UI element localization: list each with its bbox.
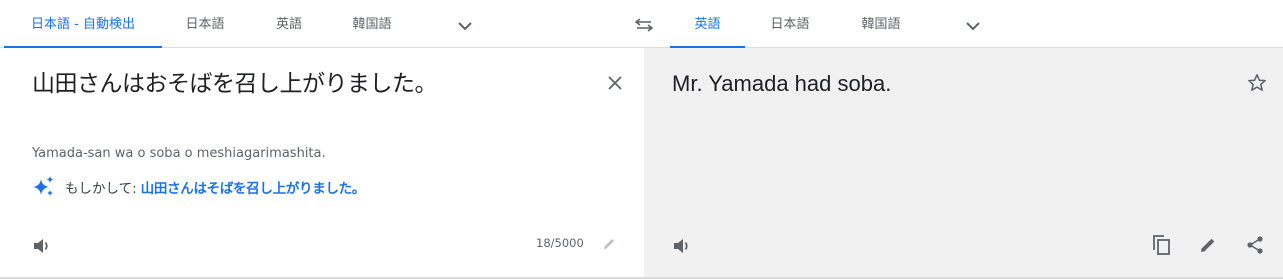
swap-arrows-icon [634,18,654,32]
listen-translation-button[interactable] [668,232,696,260]
chevron-down-icon [966,21,980,30]
sparkle-icon [33,176,54,196]
tab-target-japanese[interactable]: 日本語 [755,0,825,48]
translation-output: Mr. Yamada had soba. [672,71,892,96]
speaker-icon [34,239,48,253]
character-count: 18/5000 [536,236,584,250]
pencil-icon [604,239,614,249]
source-transliteration: Yamada-san wa o soba o meshiagarimashita… [32,146,326,161]
source-panel: 山田さんはおそばを召し上がりました。 Yamada-san wa o soba … [0,48,644,277]
save-translation-button[interactable] [1242,68,1272,98]
edit-translation-button[interactable] [1193,230,1223,260]
tab-source-japanese-detected[interactable]: 日本語 - 自動検出 [4,0,162,49]
swap-languages-button[interactable] [630,11,658,39]
copy-icon [1153,235,1170,255]
clear-source-button[interactable] [600,68,630,98]
tab-target-english[interactable]: 英語 [670,0,745,49]
source-more-languages-button[interactable] [451,12,479,40]
tab-source-japanese[interactable]: 日本語 [168,0,242,48]
source-text-input[interactable]: 山田さんはおそばを召し上がりました。 [32,69,438,99]
tab-target-korean[interactable]: 韓国語 [845,0,917,48]
listen-source-button[interactable] [28,232,56,260]
tab-source-korean[interactable]: 韓国語 [332,0,412,48]
pencil-icon [1201,238,1215,252]
target-more-languages-button[interactable] [959,12,987,40]
speaker-icon [674,239,688,253]
share-translation-button[interactable] [1240,230,1270,260]
language-tab-bar: 日本語 - 自動検出 日本語 英語 韓国語 英語 日本語 韓国語 [0,0,1283,49]
chevron-down-icon [458,21,472,30]
close-icon [608,76,622,90]
edit-source-button[interactable] [597,232,621,256]
share-icon [1247,236,1263,254]
suggestion-prefix: もしかして: [65,181,137,197]
did-you-mean-suggestion: もしかして: 山田さんはそばを召し上がりました。 [31,176,365,198]
copy-translation-button[interactable] [1146,230,1176,260]
tab-source-english[interactable]: 英語 [258,0,320,48]
star-icon [1248,74,1266,91]
suggestion-link[interactable]: 山田さんはそばを召し上がりました。 [141,177,366,197]
target-panel: Mr. Yamada had soba. [644,48,1283,277]
